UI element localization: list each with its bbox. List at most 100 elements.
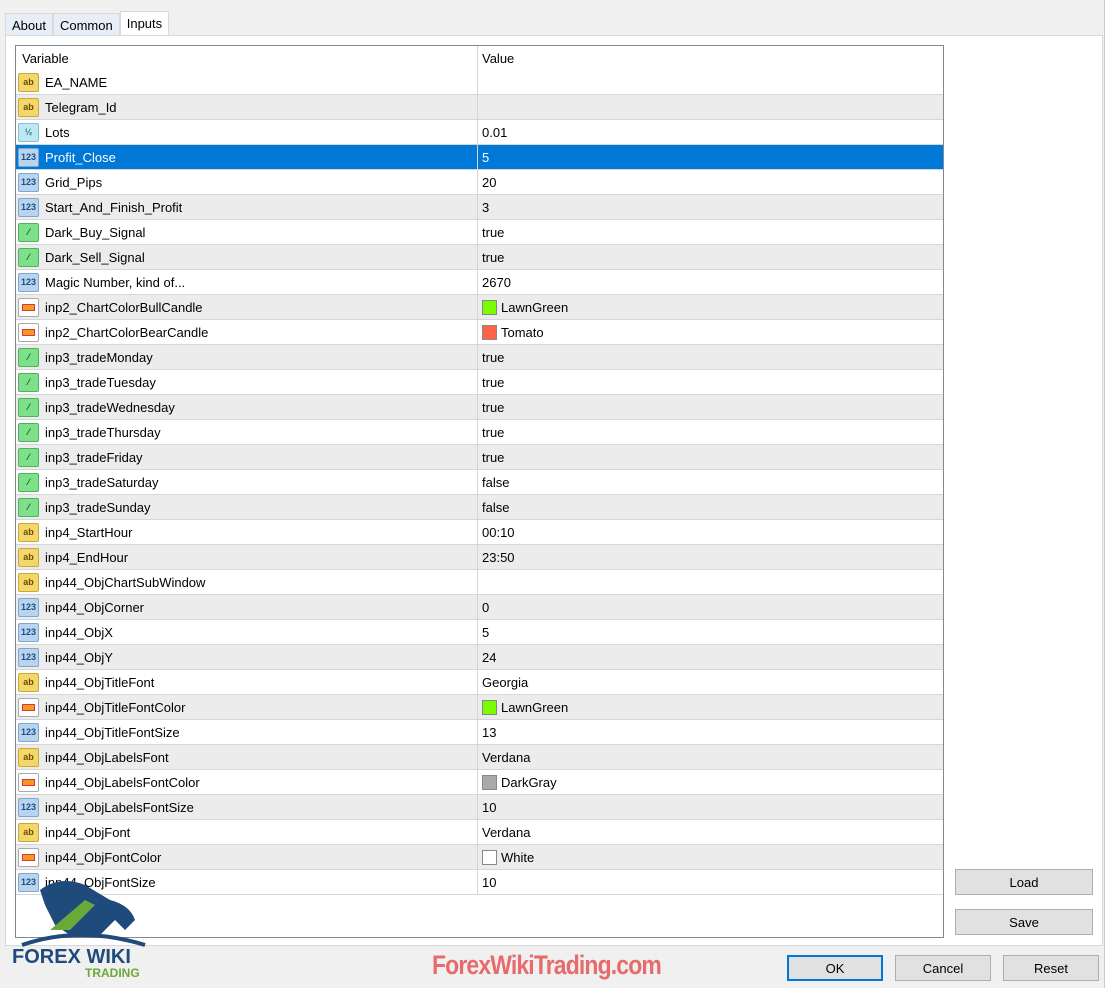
value-cell[interactable]: 10	[478, 870, 943, 894]
color-type-icon	[18, 297, 39, 317]
table-row[interactable]: 123 inp44_ObjY 24	[16, 645, 943, 670]
variable-cell: ⁄ Dark_Buy_Signal	[16, 220, 478, 244]
column-header-value[interactable]: Value	[478, 46, 943, 70]
value-cell[interactable]: true	[478, 445, 943, 469]
table-row[interactable]: ab inp44_ObjTitleFont Georgia	[16, 670, 943, 695]
table-row[interactable]: 123 Profit_Close 5	[16, 145, 943, 170]
value-cell[interactable]: Verdana	[478, 820, 943, 844]
table-row[interactable]: ab inp4_EndHour 23:50	[16, 545, 943, 570]
variable-cell: ⁄ inp3_tradeSunday	[16, 495, 478, 519]
value-cell[interactable]: true	[478, 370, 943, 394]
variable-cell: ab EA_NAME	[16, 70, 478, 94]
cancel-button[interactable]: Cancel	[895, 955, 991, 981]
value-cell[interactable]	[478, 570, 943, 594]
value-cell[interactable]: 2670	[478, 270, 943, 294]
variable-name: inp3_tradeFriday	[45, 449, 143, 465]
value-cell[interactable]	[478, 95, 943, 119]
table-row[interactable]: 123 inp44_ObjX 5	[16, 620, 943, 645]
table-row[interactable]: 123 inp44_ObjFontSize 10	[16, 870, 943, 895]
table-row[interactable]: inp2_ChartColorBullCandle LawnGreen	[16, 295, 943, 320]
value-cell[interactable]: 20	[478, 170, 943, 194]
value-cell[interactable]: 0.01	[478, 120, 943, 144]
table-row[interactable]: inp44_ObjTitleFontColor LawnGreen	[16, 695, 943, 720]
table-row[interactable]: ⁄ inp3_tradeSunday false	[16, 495, 943, 520]
value-cell[interactable]: LawnGreen	[478, 695, 943, 719]
table-row[interactable]: ab inp44_ObjFont Verdana	[16, 820, 943, 845]
tab-inputs[interactable]: Inputs	[119, 11, 170, 36]
table-row[interactable]: ab inp44_ObjLabelsFont Verdana	[16, 745, 943, 770]
value-cell[interactable]: 0	[478, 595, 943, 619]
string-type-icon: ab	[18, 822, 39, 842]
variable-value: 24	[482, 649, 497, 665]
value-cell[interactable]: LawnGreen	[478, 295, 943, 319]
table-row[interactable]: ⁄ inp3_tradeThursday true	[16, 420, 943, 445]
color-swatch	[482, 774, 497, 790]
svg-text:FOREX WIKI: FOREX WIKI	[12, 946, 131, 968]
table-row[interactable]: 123 Magic Number, kind of... 2670	[16, 270, 943, 295]
value-cell[interactable]: true	[478, 395, 943, 419]
int-type-icon: 123	[18, 147, 39, 167]
value-cell[interactable]: 5	[478, 145, 943, 169]
value-cell[interactable]: true	[478, 420, 943, 444]
table-row[interactable]: 123 Start_And_Finish_Profit 3	[16, 195, 943, 220]
table-row[interactable]: ⁄ inp3_tradeMonday true	[16, 345, 943, 370]
table-row[interactable]: inp44_ObjFontColor White	[16, 845, 943, 870]
tab-common[interactable]: Common	[52, 13, 120, 36]
value-cell[interactable]: 10	[478, 795, 943, 819]
column-header-variable[interactable]: Variable	[16, 46, 478, 70]
table-row[interactable]: ⁄ inp3_tradeWednesday true	[16, 395, 943, 420]
value-cell[interactable]: 5	[478, 620, 943, 644]
table-row[interactable]: ⁄ inp3_tradeSaturday false	[16, 470, 943, 495]
table-row[interactable]: 123 inp44_ObjTitleFontSize 13	[16, 720, 943, 745]
variable-cell: ab inp44_ObjFont	[16, 820, 478, 844]
table-row[interactable]: ab inp44_ObjChartSubWindow	[16, 570, 943, 595]
save-button[interactable]: Save	[955, 909, 1093, 935]
value-cell[interactable]: Georgia	[478, 670, 943, 694]
value-cell[interactable]: Verdana	[478, 745, 943, 769]
variable-cell: 123 inp44_ObjY	[16, 645, 478, 669]
tab-about[interactable]: About	[5, 13, 53, 36]
table-row[interactable]: ab inp4_StartHour 00:10	[16, 520, 943, 545]
value-cell[interactable]: 23:50	[478, 545, 943, 569]
table-row[interactable]: ⁄ inp3_tradeTuesday true	[16, 370, 943, 395]
table-row[interactable]: ⁄ inp3_tradeFriday true	[16, 445, 943, 470]
value-cell[interactable]: Tomato	[478, 320, 943, 344]
value-cell[interactable]: 24	[478, 645, 943, 669]
value-cell[interactable]: 00:10	[478, 520, 943, 544]
variable-value: DarkGray	[501, 774, 557, 790]
value-cell[interactable]	[478, 70, 943, 94]
variable-name: Magic Number, kind of...	[45, 274, 186, 290]
table-row[interactable]: 123 inp44_ObjLabelsFontSize 10	[16, 795, 943, 820]
value-cell[interactable]: 13	[478, 720, 943, 744]
value-cell[interactable]: true	[478, 345, 943, 369]
value-cell[interactable]: false	[478, 470, 943, 494]
table-row[interactable]: ab EA_NAME	[16, 70, 943, 95]
variable-cell: 123 Grid_Pips	[16, 170, 478, 194]
table-row[interactable]: ⁄ Dark_Buy_Signal true	[16, 220, 943, 245]
value-cell[interactable]: White	[478, 845, 943, 869]
variable-cell: ⁄ inp3_tradeThursday	[16, 420, 478, 444]
table-row[interactable]: inp2_ChartColorBearCandle Tomato	[16, 320, 943, 345]
load-button[interactable]: Load	[955, 869, 1093, 895]
table-row[interactable]: ab Telegram_Id	[16, 95, 943, 120]
variable-name: inp2_ChartColorBearCandle	[45, 324, 209, 340]
reset-button[interactable]: Reset	[1003, 955, 1099, 981]
table-row[interactable]: 123 inp44_ObjCorner 0	[16, 595, 943, 620]
value-cell[interactable]: false	[478, 495, 943, 519]
ok-button[interactable]: OK	[787, 955, 883, 981]
variable-value: 10	[482, 799, 497, 815]
variable-value: true	[482, 449, 505, 465]
variable-name: EA_NAME	[45, 74, 108, 90]
value-cell[interactable]: true	[478, 220, 943, 244]
variable-name: inp44_ObjTitleFontColor	[45, 699, 186, 715]
variable-name: inp3_tradeMonday	[45, 349, 153, 365]
table-row[interactable]: inp44_ObjLabelsFontColor DarkGray	[16, 770, 943, 795]
value-cell[interactable]: true	[478, 245, 943, 269]
table-row[interactable]: ⁄ Dark_Sell_Signal true	[16, 245, 943, 270]
table-row[interactable]: ½ Lots 0.01	[16, 120, 943, 145]
table-row[interactable]: 123 Grid_Pips 20	[16, 170, 943, 195]
value-cell[interactable]: 3	[478, 195, 943, 219]
variable-value: 20	[482, 174, 497, 190]
variable-cell: ⁄ inp3_tradeFriday	[16, 445, 478, 469]
value-cell[interactable]: DarkGray	[478, 770, 943, 794]
